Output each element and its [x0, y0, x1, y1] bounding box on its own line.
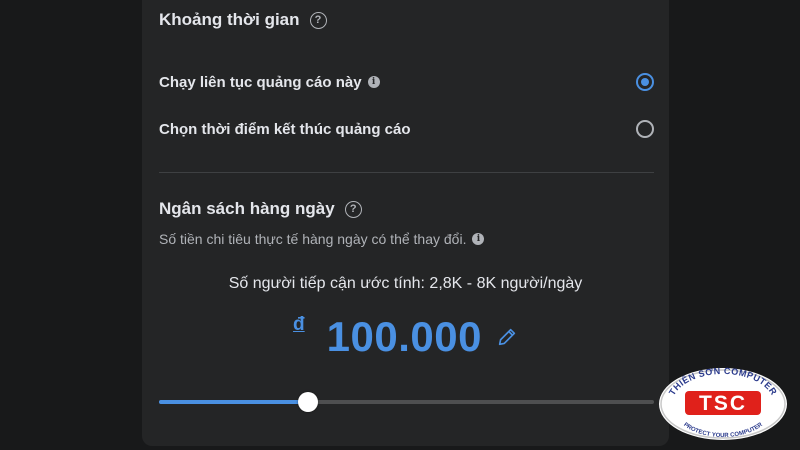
screen: Khoảng thời gian ? Chạy liên tục quảng c… [0, 0, 800, 450]
option-run-continuously-label: Chạy liên tục quảng cáo này i [159, 74, 380, 91]
budget-section-title: Ngân sách hàng ngày ? [159, 199, 362, 219]
slider-fill [159, 400, 308, 404]
slider-thumb[interactable] [298, 392, 318, 412]
budget-subtitle: Số tiền chi tiêu thực tế hàng ngày có th… [159, 231, 485, 247]
estimated-reach: Số người tiếp cận ước tính: 2,8K - 8K ng… [228, 275, 583, 292]
duration-title-text: Khoảng thời gian [159, 10, 300, 29]
pencil-icon[interactable] [496, 326, 518, 348]
section-divider [159, 172, 654, 173]
budget-amount: 100.000 [326, 313, 482, 360]
option-run-continuously-text: Chạy liên tục quảng cáo này [159, 73, 362, 91]
budget-subtitle-text: Số tiền chi tiêu thực tế hàng ngày có th… [159, 231, 467, 247]
option-run-continuously[interactable]: Chạy liên tục quảng cáo này i [159, 69, 654, 95]
option-choose-end-date[interactable]: Chọn thời điểm kết thúc quảng cáo [159, 116, 654, 142]
budget-amount-row: đ 100.000 [142, 312, 669, 362]
tsc-logo: THIÊN SƠN COMPUTER TSC PROTECT YOUR COMP… [659, 367, 787, 440]
budget-title-text: Ngân sách hàng ngày [159, 199, 335, 218]
logo-initials: TSC [699, 392, 747, 415]
info-icon[interactable]: i [472, 233, 485, 245]
currency-symbol: đ [293, 314, 305, 335]
ad-settings-panel: Khoảng thời gian ? Chạy liên tục quảng c… [142, 0, 669, 446]
option-choose-end-date-label: Chọn thời điểm kết thúc quảng cáo [159, 120, 411, 138]
info-icon[interactable]: i [367, 76, 380, 88]
budget-slider[interactable] [159, 392, 654, 412]
question-circle-icon[interactable]: ? [344, 200, 362, 218]
radio-run-continuously[interactable] [636, 73, 654, 91]
radio-choose-end-date[interactable] [636, 120, 654, 138]
duration-section-title: Khoảng thời gian ? [159, 10, 327, 30]
question-circle-icon[interactable]: ? [309, 11, 327, 29]
